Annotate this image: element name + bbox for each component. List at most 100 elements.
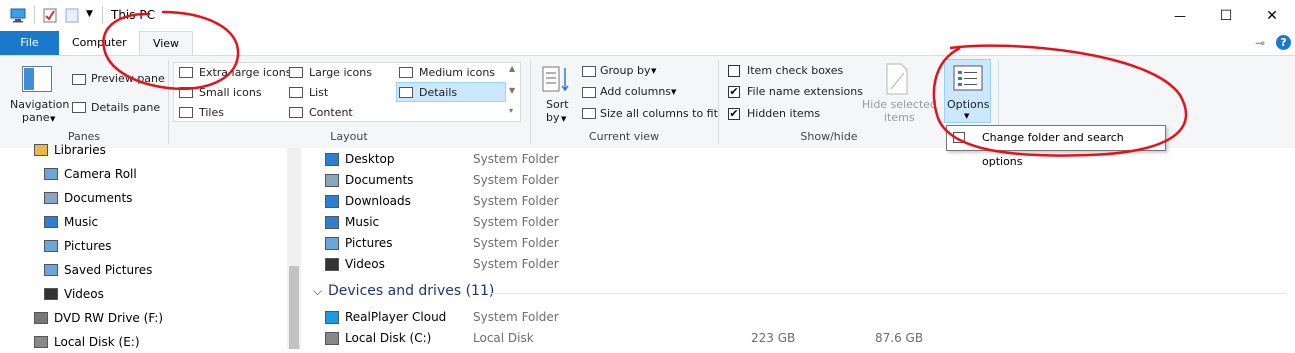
music-icon [44, 216, 58, 228]
tab-file[interactable]: File [0, 31, 59, 55]
group-by-dropdown-icon[interactable]: ▼ [651, 67, 656, 75]
extra-large-icons-option[interactable]: Extra large icons [199, 66, 291, 79]
navigation-pane-button[interactable]: Navigation [10, 98, 69, 111]
item-name: Downloads [345, 194, 411, 208]
list-icon [289, 87, 303, 98]
details-pane-button[interactable]: Details pane [91, 101, 160, 114]
item-type: System Folder [473, 152, 559, 166]
tooltip-options-icon [953, 132, 965, 143]
file-name-extensions-checkbox[interactable]: ✔ [728, 86, 740, 98]
large-icons-option[interactable]: Large icons [309, 66, 372, 79]
options-tooltip: Change folder and search options [946, 125, 1166, 168]
small-icons-option[interactable]: Small icons [199, 86, 262, 99]
list-option[interactable]: List [309, 86, 328, 99]
nav-item[interactable]: Camera Roll [44, 163, 137, 185]
hide-selected-items-button-line2[interactable]: items [884, 111, 915, 124]
nav-item-label: DVD RW Drive (F:) [54, 311, 164, 325]
sort-by-button[interactable]: Sort [546, 98, 569, 111]
tab-view[interactable]: View [139, 31, 193, 57]
list-item[interactable]: Local Disk (C:) Local Disk 223 GB 87.6 GB [325, 328, 1285, 349]
sort-by-button-line2[interactable]: by [546, 111, 560, 124]
disk-icon [34, 336, 48, 348]
nav-item[interactable]: Pictures [44, 235, 112, 257]
nav-item[interactable]: DVD RW Drive (F:) [34, 307, 163, 329]
tiles-option[interactable]: Tiles [199, 106, 224, 119]
nav-item-label: Local Disk (E:) [54, 335, 140, 349]
gallery-scroll-up-icon[interactable]: ▲ [509, 64, 515, 73]
gallery-expand-icon[interactable]: ▾ [509, 106, 513, 115]
nav-item[interactable]: Saved Pictures [44, 259, 152, 281]
gallery-scroll-down-icon[interactable]: ▼ [509, 86, 515, 95]
nav-item-label: Pictures [64, 239, 112, 253]
item-check-boxes-checkbox[interactable] [728, 65, 740, 77]
list-item[interactable]: Pictures System Folder [325, 233, 1285, 254]
size-all-columns-button[interactable]: Size all columns to fit [600, 107, 718, 120]
details-option[interactable]: Details [419, 86, 457, 99]
hide-selected-items-icon [884, 63, 910, 98]
add-columns-dropdown-icon[interactable]: ▼ [671, 88, 676, 96]
layout-group-label: Layout [330, 130, 368, 143]
tiles-icon [179, 107, 193, 118]
medium-icons-icon [399, 67, 413, 78]
title-separator [102, 6, 103, 24]
list-item[interactable]: RealPlayer Cloud System Folder [325, 307, 1285, 328]
nav-item[interactable]: Music [44, 211, 98, 233]
item-type: Local Disk [473, 331, 534, 345]
maximize-button[interactable]: ☐ [1203, 0, 1249, 31]
group-by-button[interactable]: Group by [600, 64, 650, 77]
list-item[interactable]: Music System Folder [325, 212, 1285, 233]
qat-separator [34, 6, 35, 24]
close-button[interactable]: ✕ [1249, 0, 1295, 31]
help-icon[interactable]: ? [1276, 35, 1291, 50]
navigation-pane-dropdown-icon[interactable]: ▼ [50, 115, 55, 123]
customize-qat-icon[interactable]: ▼ [86, 9, 93, 19]
folder-pictures-icon [44, 264, 58, 276]
nav-item-label: Music [64, 215, 99, 229]
add-columns-button[interactable]: Add columns [600, 85, 671, 98]
download-icon [325, 195, 339, 208]
new-folder-icon[interactable] [64, 8, 80, 23]
hidden-items-checkbox[interactable]: ✔ [728, 108, 740, 120]
properties-icon[interactable] [42, 8, 58, 23]
nav-scrollbar-thumb[interactable] [289, 266, 299, 349]
nav-scrollbar[interactable] [287, 148, 301, 349]
options-dropdown-icon[interactable]: ▼ [964, 112, 969, 120]
list-item[interactable]: Downloads System Folder [325, 191, 1285, 212]
list-item[interactable]: Videos System Folder [325, 254, 1285, 275]
sort-by-dropdown-icon[interactable]: ▼ [561, 115, 566, 123]
this-pc-icon [10, 8, 26, 23]
nav-item-label: Documents [64, 191, 133, 205]
item-check-boxes-label[interactable]: Item check boxes [747, 64, 843, 77]
tooltip-text: Change folder and search options [982, 131, 1124, 168]
pin-ribbon-icon[interactable]: ⊸ [1255, 36, 1265, 50]
preview-pane-button[interactable]: Preview pane [91, 72, 165, 85]
nav-item[interactable]: Videos [44, 283, 104, 305]
item-name: Desktop [345, 152, 395, 166]
group-header-line [491, 293, 1286, 294]
devices-group-header[interactable]: Devices and drives (11) [328, 283, 494, 299]
medium-icons-option[interactable]: Medium icons [419, 66, 495, 79]
item-name: Videos [345, 257, 385, 271]
documents-icon [325, 174, 339, 187]
hide-selected-items-button[interactable]: Hide selected [862, 98, 937, 111]
item-name: Music [345, 215, 380, 229]
tab-computer[interactable]: Computer [60, 31, 139, 55]
devices-group-chevron-icon[interactable]: ⌵ [313, 284, 322, 299]
disk-icon [325, 332, 339, 345]
large-icons-icon [289, 67, 303, 78]
file-name-extensions-label[interactable]: File name extensions [747, 85, 863, 98]
options-label[interactable]: Options [947, 98, 989, 111]
nav-item[interactable]: Local Disk (E:) [34, 331, 140, 353]
navigation-pane-button-line2[interactable]: pane [22, 111, 49, 124]
minimize-button[interactable]: — [1157, 0, 1203, 31]
hidden-items-label[interactable]: Hidden items [747, 107, 820, 120]
video-icon [44, 288, 58, 300]
nav-item[interactable]: Libraries [34, 139, 106, 161]
details-pane-icon [72, 102, 86, 113]
nav-item-label: Saved Pictures [64, 263, 153, 277]
add-columns-icon [582, 87, 596, 98]
pictures-icon [325, 237, 339, 250]
nav-item[interactable]: Documents [44, 187, 132, 209]
content-option[interactable]: Content [309, 106, 353, 119]
maximize-icon: ☐ [1219, 7, 1233, 24]
